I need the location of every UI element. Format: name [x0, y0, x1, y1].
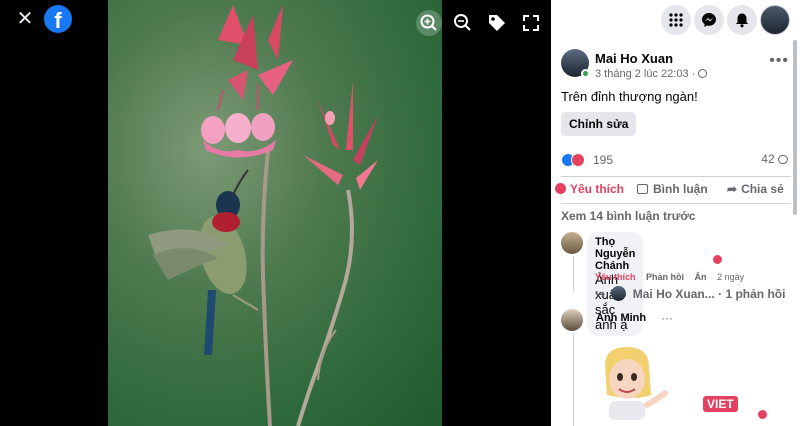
comment-actions: Yêu thích Phản hồi Ẩn 2 ngày	[595, 272, 744, 282]
comment-action-label: Bình luận	[653, 182, 708, 196]
reaction-count: 195	[593, 153, 614, 167]
bell-icon[interactable]	[727, 5, 757, 35]
love-action-button[interactable]: Yêu thích	[555, 182, 624, 196]
thread-line	[573, 256, 574, 292]
facebook-logo[interactable]: f	[44, 5, 72, 33]
divider	[561, 176, 791, 177]
sticker-image	[595, 345, 670, 420]
comment-more-options-icon[interactable]: ···	[661, 311, 673, 325]
post-caption: Trên đỉnh thượng ngàn!	[561, 89, 698, 104]
post-photo	[108, 0, 442, 426]
love-icon	[555, 183, 566, 194]
love-reaction-badge-icon[interactable]	[712, 254, 723, 265]
bird-flower-image	[148, 5, 378, 426]
reply-arrow-icon: ↪	[595, 287, 606, 301]
commenter-name[interactable]: Anh Minh	[596, 312, 646, 324]
author-avatar[interactable]	[561, 49, 590, 78]
view-replies-link[interactable]: ↪ Mai Ho Xuan... · 1 phản hồi	[595, 286, 785, 301]
post-header: Mai Ho Xuan 3 tháng 2 lúc 22:03 · •••	[561, 48, 791, 84]
zoom-in-icon[interactable]	[416, 10, 442, 36]
comment-bubble-icon	[778, 155, 788, 164]
panel-header	[551, 0, 800, 40]
close-icon[interactable]: ✕	[14, 8, 36, 30]
zoom-out-icon[interactable]	[452, 12, 474, 34]
post-action-bar: Yêu thích Bình luận ➦ Chia sẻ	[551, 180, 800, 202]
share-icon: ➦	[727, 182, 738, 196]
comment-count[interactable]: 42	[761, 152, 788, 166]
reply-author: Mai Ho Xuan...	[632, 287, 715, 301]
photo-viewer-page: ✕ f Mai Ho Xuan 3 tháng 2 lúc 22:03 · ••…	[0, 0, 800, 426]
love-action-label: Yêu thích	[570, 182, 625, 196]
comment-icon	[637, 184, 648, 194]
comment-action-button[interactable]: Bình luận	[637, 182, 708, 196]
post-timestamp[interactable]: 3 tháng 2 lúc 22:03 ·	[595, 68, 708, 80]
love-reaction-badge-icon[interactable]	[757, 409, 768, 420]
account-avatar[interactable]	[760, 5, 790, 35]
view-previous-comments-link[interactable]: Xem 14 bình luận trước	[561, 209, 696, 223]
love-reaction-icon	[571, 153, 585, 167]
author-name[interactable]: Mai Ho Xuan	[595, 51, 673, 66]
photo-viewer: ✕ f	[0, 0, 551, 426]
globe-icon	[698, 69, 708, 78]
post-details-panel: Mai Ho Xuan 3 tháng 2 lúc 22:03 · ••• Tr…	[551, 0, 800, 426]
sticker-badge: VIET	[703, 396, 738, 412]
edit-button[interactable]: Chỉnh sửa	[561, 112, 637, 136]
reply-avatar	[611, 286, 627, 301]
commenter-name[interactable]: Thọ Nguyễn Chánh	[595, 236, 635, 272]
grid-menu-icon[interactable]	[661, 5, 691, 35]
divider	[561, 203, 791, 204]
share-action-label: Chia sẻ	[741, 182, 784, 196]
online-status-dot	[581, 69, 590, 78]
comment-hide-button[interactable]: Ẩn	[695, 272, 707, 282]
post-more-options-icon[interactable]: •••	[769, 52, 789, 70]
comment-age[interactable]: 2 ngày	[717, 272, 744, 282]
share-action-button[interactable]: ➦ Chia sẻ	[727, 182, 784, 196]
commenter-avatar[interactable]	[561, 309, 583, 331]
comment-like-button[interactable]: Yêu thích	[595, 272, 636, 282]
commenter-avatar[interactable]	[561, 232, 583, 254]
tag-icon[interactable]	[486, 12, 508, 34]
thread-line	[573, 333, 574, 426]
messenger-icon[interactable]	[694, 5, 724, 35]
fullscreen-icon[interactable]	[520, 12, 542, 34]
reply-count: · 1 phản hồi	[718, 287, 786, 301]
comment-reply-button[interactable]: Phản hồi	[646, 272, 684, 282]
